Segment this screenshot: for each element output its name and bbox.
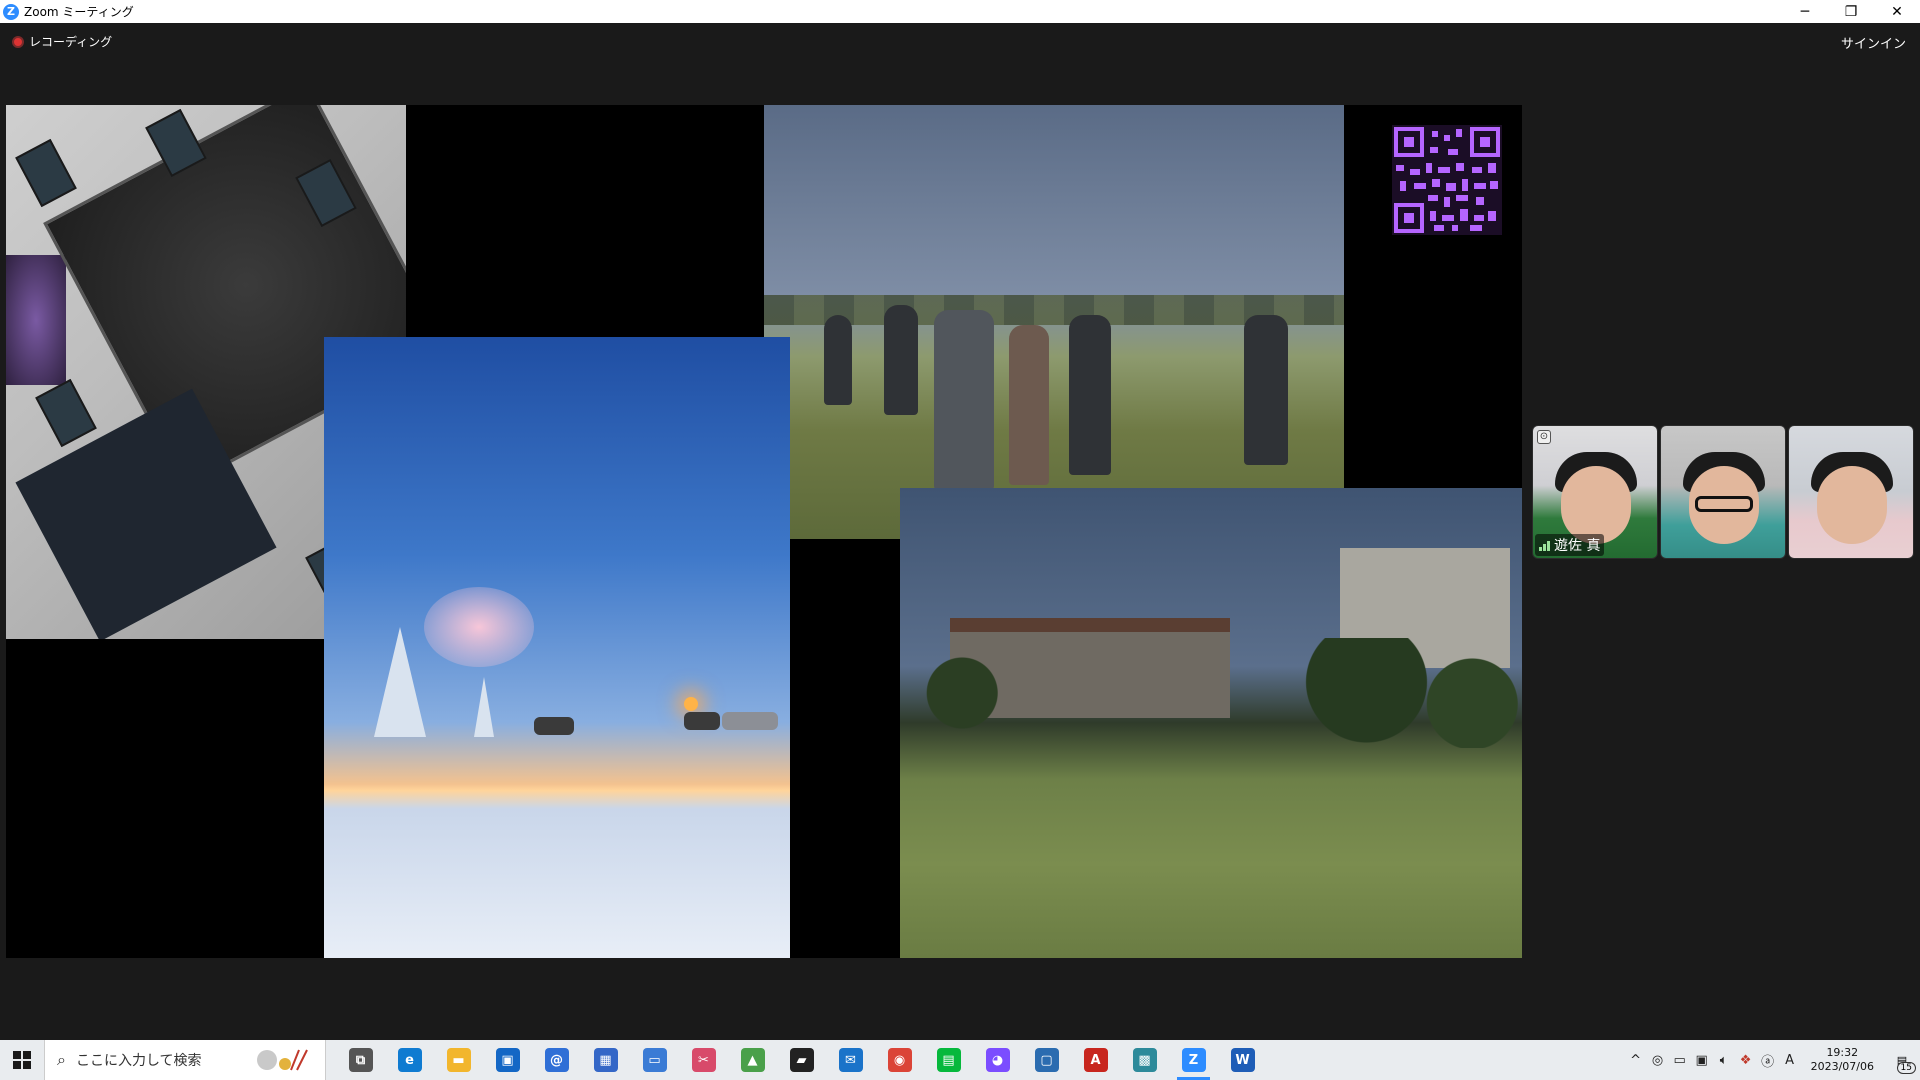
snip-app-icon: ✂	[691, 1048, 716, 1072]
notification-count-badge: 15	[1896, 1062, 1916, 1074]
search-icon: ⌕	[57, 1050, 66, 1069]
display-icon[interactable]: ▣	[1691, 1053, 1713, 1068]
system-tray: ^ ◎ ▭ ▣ 🔈︎ ❖ ⓐ A 19:32 2023/07/06 ▤ 15	[1625, 1040, 1920, 1080]
recording-indicator[interactable]: レコーディング	[12, 33, 112, 50]
network-app-icon: ▩	[1132, 1048, 1157, 1072]
taskbar-app-window-app[interactable]: ▭	[630, 1040, 679, 1080]
taskbar-app-chrome[interactable]: ◉	[875, 1040, 924, 1080]
restore-button[interactable]: ❐	[1828, 0, 1874, 23]
window-app-icon: ▭	[642, 1048, 667, 1072]
word-icon: W	[1230, 1048, 1255, 1072]
pin-video-icon[interactable]: ⊙	[1537, 430, 1551, 444]
notification-center-button[interactable]: ▤ 15	[1884, 1040, 1920, 1080]
taskbar-app-edge[interactable]: e	[385, 1040, 434, 1080]
taskbar-app-task-view[interactable]: ⧉	[336, 1040, 385, 1080]
file-explorer-icon: ▬	[446, 1048, 471, 1072]
windows-logo-icon	[13, 1051, 31, 1069]
participant-tile[interactable]	[1788, 425, 1914, 559]
minimize-button[interactable]: ─	[1782, 0, 1828, 23]
taskbar-search-box[interactable]: ⌕ ここに入力して検索	[44, 1040, 326, 1080]
participant-tile[interactable]: ⊙ 遊佐 真	[1532, 425, 1658, 559]
taskbar-app-calendar-grid[interactable]: ▦	[581, 1040, 630, 1080]
dropbox-icon[interactable]: ❖	[1735, 1053, 1757, 1068]
taskbar: ⌕ ここに入力して検索 ⧉ e ▬ ▣ @ ▦ ▭ ✂ ▲ ▰ ✉ ◉ ▤ ◕ ▢ A ▩ Z W ^ ◎ ▭ ▣ …	[0, 1040, 1920, 1080]
taskbar-app-sticky-notes[interactable]: ▰	[777, 1040, 826, 1080]
campus-lawn-photo	[900, 488, 1522, 958]
language-icon[interactable]: ⓐ	[1757, 1051, 1779, 1070]
close-button[interactable]: ✕	[1874, 0, 1920, 23]
taskbar-app-list: ⧉ e ▬ ▣ @ ▦ ▭ ✂ ▲ ▰ ✉ ◉ ▤ ◕ ▢ A ▩ Z W	[336, 1040, 1267, 1080]
line-icon: ▤	[936, 1048, 961, 1072]
network-icon[interactable]: ▭	[1669, 1053, 1691, 1068]
participant-gallery: ⊙ 遊佐 真	[1532, 425, 1914, 559]
remote-desktop-icon: ▢	[1034, 1048, 1059, 1072]
taskbar-app-snip-app[interactable]: ✂	[679, 1040, 728, 1080]
clock[interactable]: 19:32 2023/07/06	[1811, 1046, 1874, 1074]
taskbar-app-zoom[interactable]: Z	[1169, 1040, 1218, 1080]
window-title: Zoom ミーティング	[24, 5, 134, 19]
zoom-icon: Z	[1181, 1048, 1206, 1072]
taskbar-app-line[interactable]: ▤	[924, 1040, 973, 1080]
photos-icon: ▲	[740, 1048, 765, 1072]
taskbar-app-word[interactable]: W	[1218, 1040, 1267, 1080]
mail-icon: ✉	[838, 1048, 863, 1072]
record-icon	[12, 35, 24, 48]
qr-code-image	[1392, 125, 1502, 235]
snow-sunrise-photo	[324, 337, 790, 958]
search-placeholder: ここに入力して検索	[75, 1053, 202, 1069]
taskbar-app-network-app[interactable]: ▩	[1120, 1040, 1169, 1080]
clock-date: 2023/07/06	[1810, 1060, 1874, 1073]
signal-strength-icon	[1539, 539, 1550, 551]
start-button[interactable]	[0, 1040, 44, 1080]
title-bar: Z Zoom ミーティング ─ ❐ ✕	[0, 0, 1920, 23]
task-view-icon: ⧉	[348, 1048, 373, 1072]
calendar-grid-icon: ▦	[593, 1048, 618, 1072]
taskbar-app-remote-desktop[interactable]: ▢	[1022, 1040, 1071, 1080]
taskbar-app-store[interactable]: ▣	[483, 1040, 532, 1080]
taskbar-app-photos[interactable]: ▲	[728, 1040, 777, 1080]
mail-at-icon: @	[544, 1048, 569, 1072]
volume-icon[interactable]: 🔈︎	[1713, 1053, 1735, 1068]
recording-label: レコーディング	[29, 35, 113, 49]
acrobat-icon: A	[1083, 1048, 1108, 1072]
taskbar-app-file-explorer[interactable]: ▬	[434, 1040, 483, 1080]
sticky-notes-icon: ▰	[789, 1048, 814, 1072]
taskbar-app-messenger[interactable]: ◕	[973, 1040, 1022, 1080]
field-walk-photo	[764, 105, 1344, 539]
signin-button[interactable]: サインイン	[1841, 33, 1906, 52]
ime-icon[interactable]: A	[1779, 1053, 1801, 1068]
participant-name-label: 遊佐 真	[1535, 534, 1605, 556]
camera-icon[interactable]: ◎	[1647, 1053, 1669, 1068]
messenger-icon: ◕	[985, 1048, 1010, 1072]
glasses-icon	[1695, 496, 1753, 512]
chrome-icon: ◉	[887, 1048, 912, 1072]
edge-icon: e	[397, 1048, 422, 1072]
search-highlight-icon[interactable]	[255, 1048, 315, 1072]
taskbar-app-mail-at[interactable]: @	[532, 1040, 581, 1080]
shared-screen[interactable]	[6, 105, 1522, 958]
taskbar-app-acrobat[interactable]: A	[1071, 1040, 1120, 1080]
participant-tile[interactable]	[1660, 425, 1786, 559]
meeting-area: レコーディング サインイン ⊙ 遊佐 真	[0, 23, 1920, 1040]
taskbar-app-mail[interactable]: ✉	[826, 1040, 875, 1080]
zoom-app-icon: Z	[3, 3, 19, 20]
tray-overflow-chevron-icon[interactable]: ^	[1625, 1053, 1647, 1068]
store-icon: ▣	[495, 1048, 520, 1072]
clock-time: 19:32	[1826, 1046, 1859, 1059]
